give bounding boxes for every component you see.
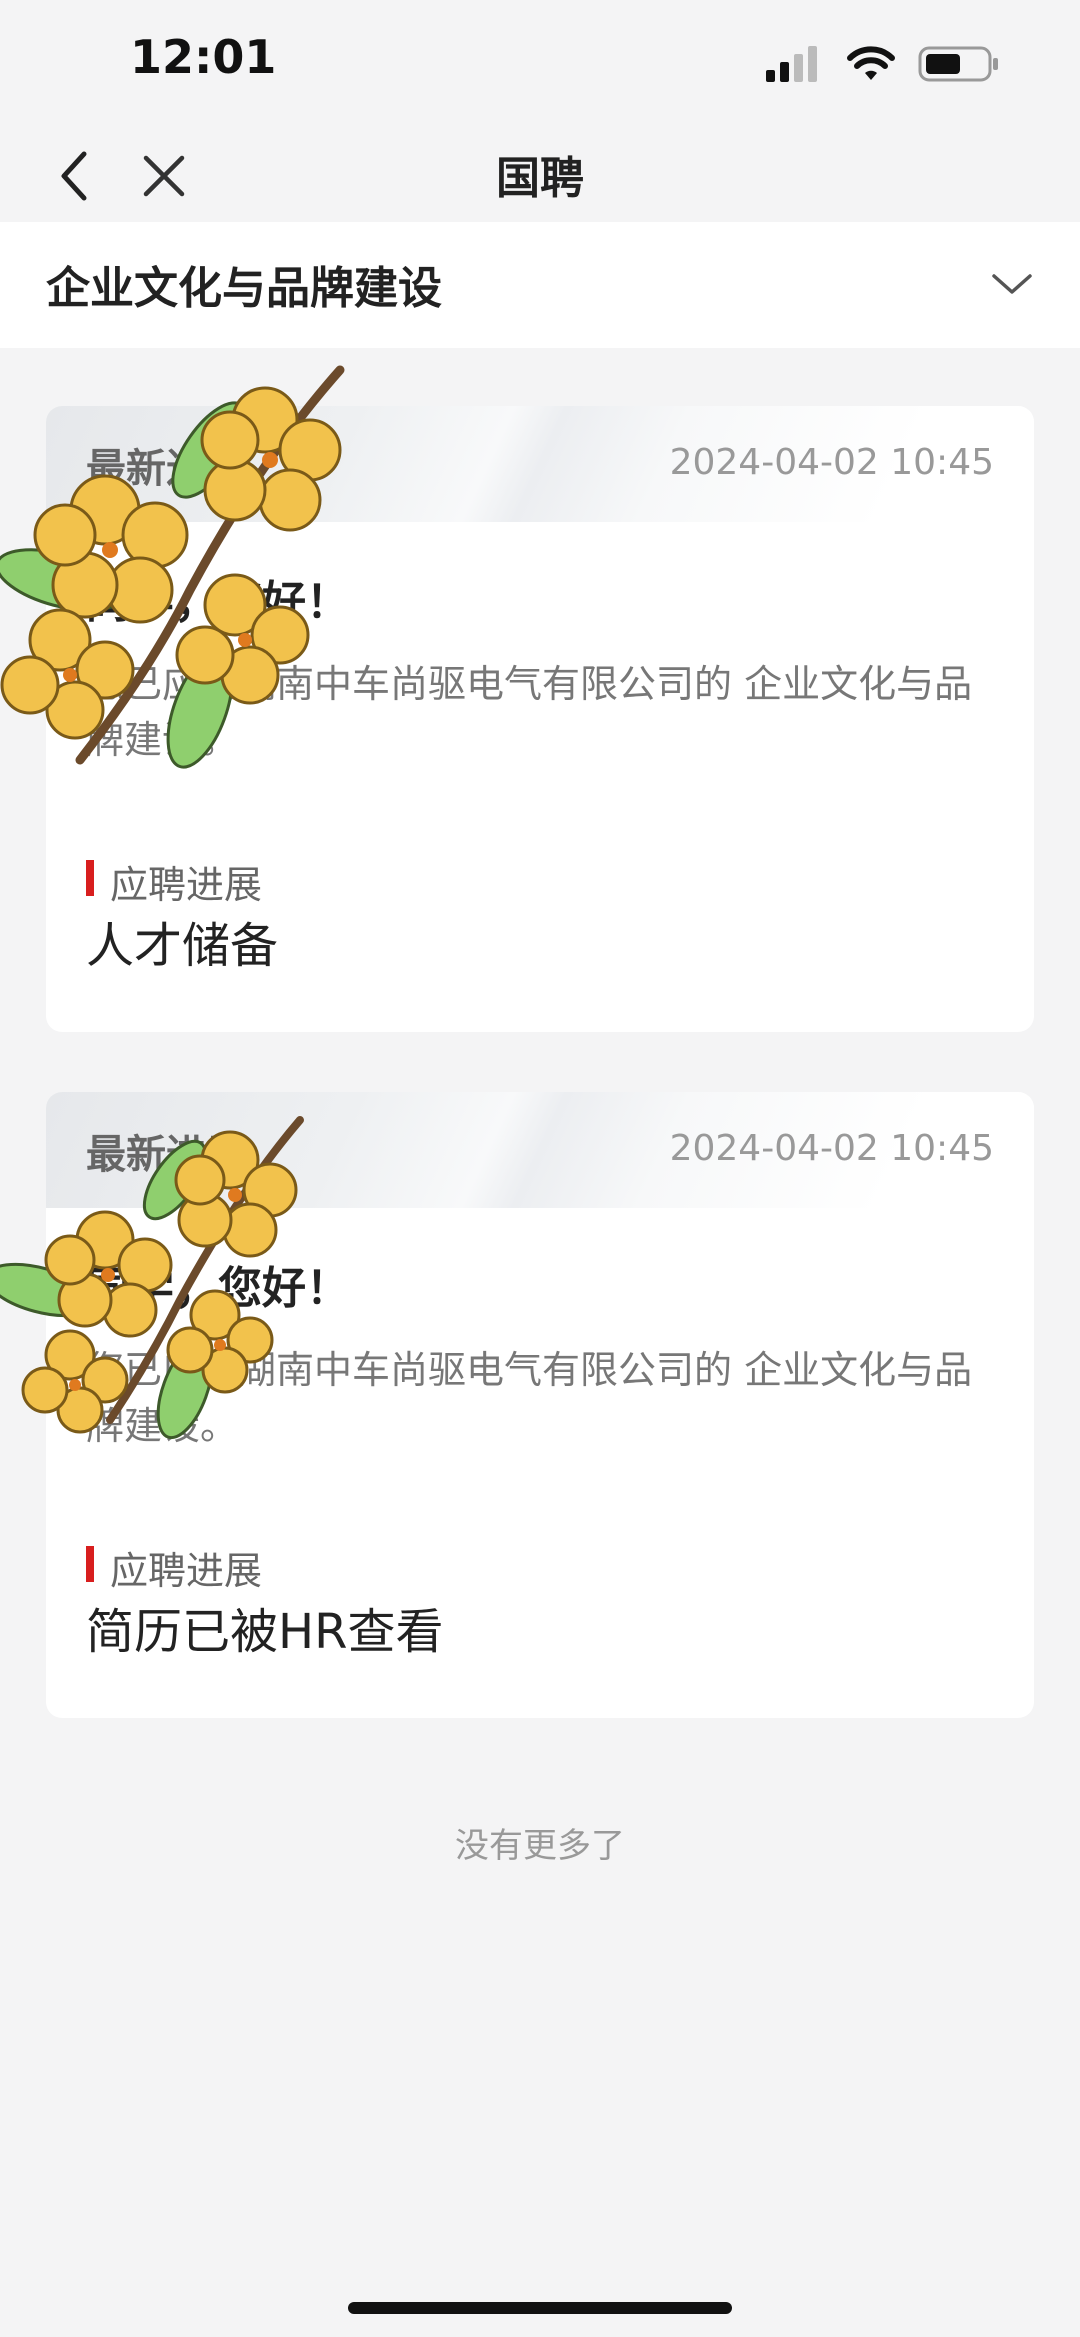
card-timestamp: 2024-04-02 10:45: [669, 1128, 994, 1169]
wifi-icon: [847, 46, 895, 80]
status-time: 12:01: [130, 30, 277, 84]
card-message: 您已应聘湖南中车尚驱电气有限公司的 企业文化与品牌建设。: [86, 662, 973, 762]
progress-status: 人才储备: [86, 918, 279, 974]
card-header-title: 最新进展: [86, 1132, 246, 1178]
status-icons: [766, 42, 1000, 86]
progress-card[interactable]: 最新进展 2024-04-02 10:45 同学，您好！ 您已应聘湖南中车尚驱电…: [46, 406, 1034, 1032]
card-greeting: 同学，您好！: [86, 577, 350, 628]
card-header: 最新进展 2024-04-02 10:45: [46, 1092, 1034, 1208]
nav-bar: 国聘: [0, 130, 1080, 222]
chevron-down-icon: [992, 274, 1032, 294]
no-more-indicator: 没有更多了: [455, 1826, 625, 1866]
card-header-title: 最新进展: [86, 446, 246, 492]
card-greeting: 同学，您好！: [86, 1263, 350, 1314]
status-bar: 12:01: [0, 0, 1080, 130]
progress-label: 应聘进展: [86, 1540, 262, 1595]
card-header: 最新进展 2024-04-02 10:45: [46, 406, 1034, 522]
home-indicator[interactable]: [348, 2302, 732, 2314]
progress-status: 简历已被HR查看: [86, 1604, 444, 1660]
page-title: 国聘: [496, 153, 584, 204]
filter-label: 企业文化与品牌建设: [46, 263, 442, 314]
card-timestamp: 2024-04-02 10:45: [669, 442, 994, 483]
signal-icon: [766, 46, 817, 82]
progress-card[interactable]: 最新进展 2024-04-02 10:45 同学，您好！ 您已应聘湖南中车尚驱电…: [46, 1092, 1034, 1718]
card-message: 您已应聘湖南中车尚驱电气有限公司的 企业文化与品牌建设。: [86, 1348, 973, 1448]
position-filter-dropdown[interactable]: 企业文化与品牌建设: [0, 222, 1080, 348]
battery-icon: [918, 46, 998, 82]
progress-label: 应聘进展: [86, 854, 262, 909]
